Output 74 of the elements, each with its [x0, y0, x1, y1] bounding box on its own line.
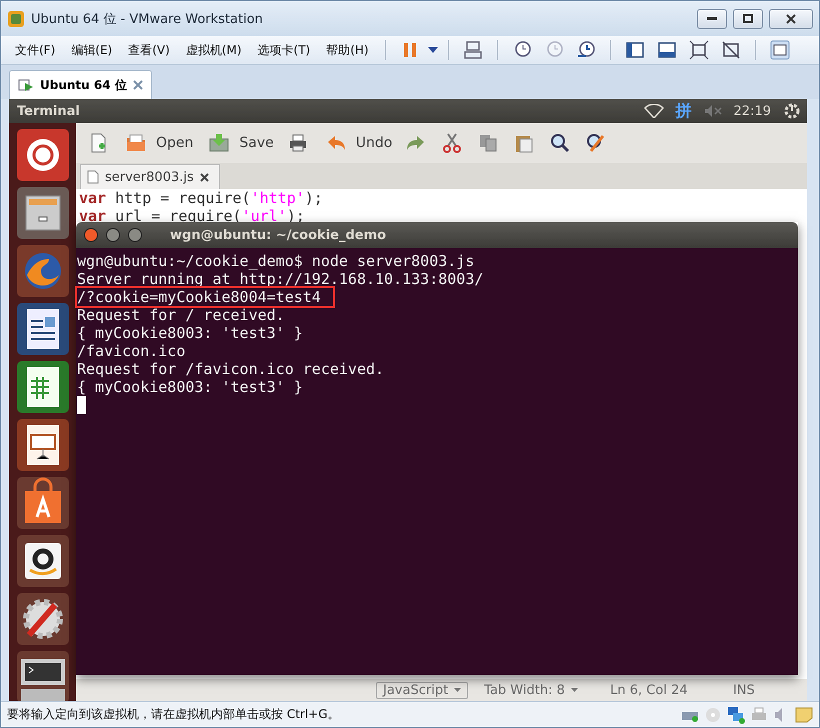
caret-icon — [454, 688, 462, 692]
panel-app-title: Terminal — [17, 104, 81, 118]
search-replace-icon[interactable] — [586, 133, 606, 153]
sidebar-view-icon[interactable] — [624, 40, 645, 60]
caret-icon — [570, 688, 578, 692]
terminal-title: wgn@ubuntu: ~/cookie_demo — [170, 228, 386, 242]
settings-icon[interactable] — [16, 593, 68, 645]
status-message: 要将输入定向到该虚拟机，请在虚拟机内部单击或按 Ctrl+G。 — [7, 706, 341, 723]
terminal-line: Request for / received. — [76, 306, 286, 326]
close-icon[interactable] — [200, 172, 209, 182]
cursor-position: Ln 6, Col 24 — [609, 682, 689, 698]
browser-globe-icon[interactable] — [16, 245, 68, 297]
file-tab[interactable]: server8003.js — [80, 164, 220, 189]
menu-item[interactable]: 查看(V) — [122, 38, 176, 62]
search-icon[interactable] — [550, 133, 570, 153]
maximize-button[interactable] — [128, 228, 142, 242]
ubuntu-logo-icon[interactable] — [16, 129, 68, 181]
presentation-icon[interactable] — [16, 419, 68, 471]
code-line: var http = require('http'); — [79, 189, 324, 207]
text-document-icon[interactable] — [16, 303, 68, 355]
menu-item[interactable]: 选项卡(T) — [252, 38, 316, 62]
folder-icon — [126, 133, 146, 153]
input-method-indicator[interactable]: 拼 — [676, 100, 692, 122]
shopping-bag-icon[interactable] — [16, 477, 68, 529]
caret-icon[interactable] — [428, 47, 438, 53]
close-icon — [786, 14, 796, 24]
shopping-a-icon[interactable] — [16, 535, 68, 587]
console-view-icon[interactable] — [770, 40, 790, 60]
minimize-icon — [707, 16, 717, 20]
app-logo-icon — [7, 10, 25, 28]
clipboard-icon[interactable] — [514, 133, 534, 153]
window-title: Ubuntu 64 位 - VMware Workstation — [31, 10, 264, 28]
menu-item[interactable]: 虚拟机(M) — [180, 38, 248, 62]
minimize-button[interactable] — [697, 8, 727, 28]
snapshot-clock-icon[interactable] — [576, 40, 596, 60]
vm-icon — [18, 77, 34, 93]
power-gear-icon[interactable] — [783, 102, 801, 120]
text-cursor — [77, 396, 86, 414]
menu-item[interactable]: 帮助(H) — [320, 38, 375, 62]
note-icon[interactable] — [795, 706, 813, 722]
bottom-bar-view-icon[interactable] — [656, 40, 677, 60]
terminal-line: { myCookie8003: 'test3' } — [76, 324, 304, 344]
save-icon — [209, 133, 230, 153]
file-cabinet-icon[interactable] — [16, 187, 68, 239]
terminal-line: /favicon.ico — [76, 342, 186, 362]
restore-icon — [743, 14, 753, 23]
wifi-icon[interactable] — [644, 104, 664, 118]
document-icon — [87, 170, 99, 184]
terminal-line: wgn@ubuntu:~/cookie_demo$ node server8003.js — [76, 251, 476, 272]
close-button[interactable] — [769, 8, 813, 28]
terminal-line: Request for /favicon.ico received. — [76, 359, 386, 380]
minimize-button[interactable] — [106, 228, 120, 242]
language-dropdown[interactable]: JavaScript — [376, 682, 468, 698]
insert-mode: INS — [732, 682, 756, 698]
send-keys-icon[interactable] — [462, 40, 483, 60]
spreadsheet-icon[interactable] — [16, 361, 68, 413]
tab-width-dropdown[interactable]: Tab Width: 8 — [478, 682, 584, 698]
terminal-icon[interactable] — [16, 651, 68, 701]
printer-icon[interactable] — [288, 133, 308, 153]
maximize-button[interactable] — [733, 8, 763, 28]
close-button[interactable] — [84, 228, 98, 242]
undo-button[interactable]: Undo — [320, 131, 394, 155]
save-button[interactable]: Save — [203, 131, 276, 155]
no-display-icon[interactable] — [720, 40, 741, 60]
full-screen-icon[interactable] — [688, 40, 709, 60]
terminal-line: { myCookie8003: 'test3' } — [76, 378, 304, 398]
open-button[interactable]: Open — [120, 131, 196, 155]
menu-item[interactable]: 编辑(E) — [65, 38, 118, 62]
vm-tab[interactable]: Ubuntu 64 位 — [9, 70, 152, 99]
scissors-icon[interactable] — [442, 133, 462, 153]
menu-item[interactable]: 文件(F) — [9, 38, 62, 62]
clock[interactable]: 22:19 — [734, 104, 771, 118]
network-icon[interactable] — [727, 706, 745, 724]
copy-icon[interactable] — [478, 133, 498, 153]
